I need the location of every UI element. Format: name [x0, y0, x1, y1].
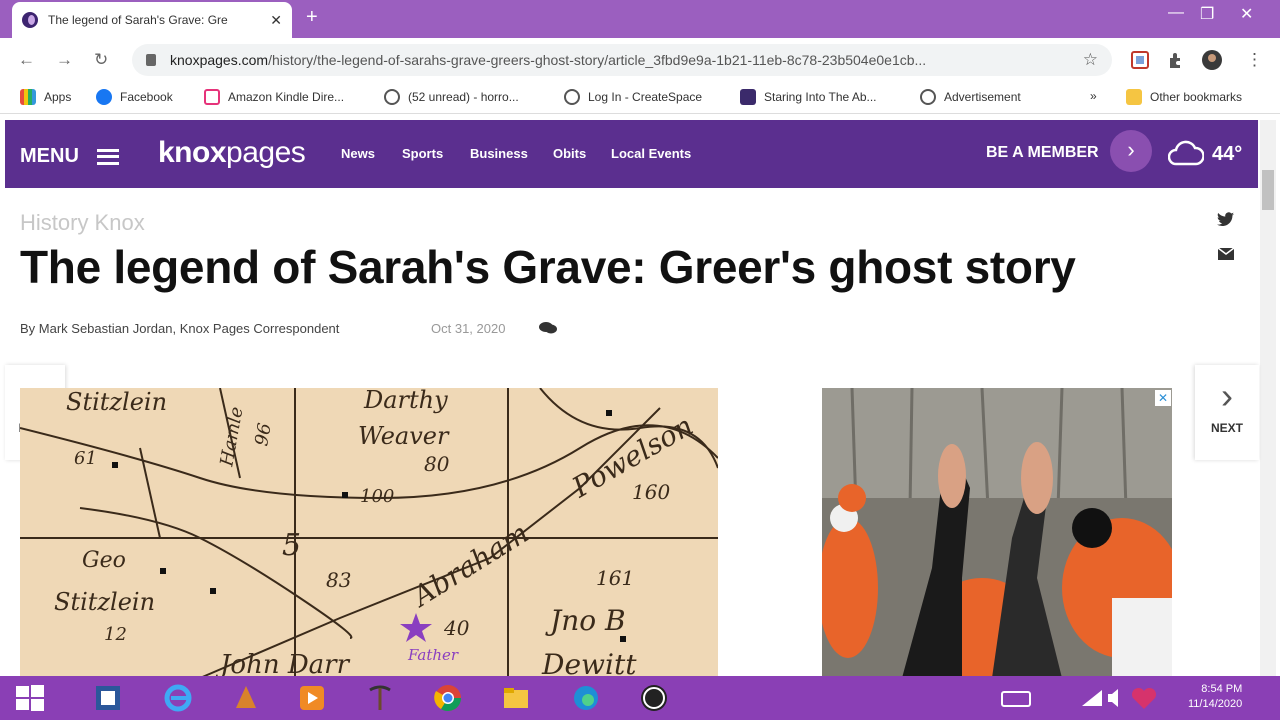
bookmark-staring[interactable]: Staring Into The Ab...	[740, 89, 877, 105]
reload-icon[interactable]: ↻	[94, 50, 108, 70]
tab-title: The legend of Sarah's Grave: Gre	[48, 13, 228, 27]
temperature: 44°	[1212, 143, 1243, 165]
nav-business[interactable]: Business	[470, 146, 528, 161]
keyboard-icon[interactable]	[1000, 682, 1032, 714]
bookmark-horror[interactable]: (52 unread) - horro...	[384, 89, 519, 105]
browser-tab-active[interactable]: The legend of Sarah's Grave: Gre ✕	[12, 2, 292, 38]
map-label: Geo	[82, 548, 126, 573]
map-label: 12	[104, 624, 127, 645]
apps-icon	[20, 89, 36, 105]
facebook-icon	[96, 89, 112, 105]
bookmark-facebook[interactable]: Facebook	[96, 89, 173, 105]
chrome-icon[interactable]	[432, 682, 464, 714]
edge-icon[interactable]	[570, 682, 602, 714]
advertisement-image[interactable]	[822, 388, 1172, 678]
section-label[interactable]: History Knox	[20, 210, 145, 236]
map-label: 5	[282, 528, 302, 563]
globe-icon	[564, 89, 580, 105]
map-label: 161	[596, 566, 635, 590]
map-label: 83	[326, 568, 352, 592]
folder-icon	[1126, 89, 1142, 105]
restore-icon[interactable]: ❐	[1200, 4, 1214, 24]
article-byline: By Mark Sebastian Jordan, Knox Pages Cor…	[20, 321, 340, 336]
map-label: Stitzlein	[54, 588, 156, 616]
more-bookmarks-button[interactable]: »	[1090, 89, 1097, 103]
map-label: 96	[251, 421, 276, 448]
globe-icon	[920, 89, 936, 105]
tab-favicon-icon	[22, 12, 38, 28]
nav-news[interactable]: News	[341, 146, 375, 161]
back-icon[interactable]: ←	[18, 50, 35, 70]
media-player-icon[interactable]	[296, 682, 328, 714]
windows-start-icon[interactable]	[14, 682, 46, 714]
map-label: 40	[444, 616, 470, 640]
bookmark-icon	[740, 89, 756, 105]
other-bookmarks[interactable]: Other bookmarks	[1126, 89, 1242, 105]
clock-time: 8:54 PM	[1201, 683, 1243, 695]
chevron-right-icon: ›	[1221, 375, 1233, 416]
article-map-image: Stitzlein Darthy Weaver 80 Powelson 160 …	[20, 388, 718, 678]
tab-close-icon[interactable]: ✕	[270, 12, 282, 29]
nav-local-events[interactable]: Local Events	[611, 146, 691, 161]
bookmark-advertisement[interactable]: Advertisement	[920, 89, 1021, 105]
nav-obits[interactable]: Obits	[553, 146, 586, 161]
minimize-icon[interactable]: —	[1168, 4, 1184, 22]
bookmark-star-icon[interactable]: ☆	[1083, 50, 1098, 70]
map-label: 160	[632, 480, 671, 504]
site-logo[interactable]: knoxpages	[158, 136, 306, 170]
map-label: Stitzlein	[66, 388, 168, 416]
bookmark-apps[interactable]: Apps	[20, 89, 71, 105]
menu-label: MENU	[20, 145, 79, 167]
kindle-icon	[204, 89, 220, 105]
nav-sports[interactable]: Sports	[402, 146, 443, 161]
map-label: Darthy	[364, 388, 448, 414]
lock-icon	[146, 54, 156, 66]
hamburger-icon	[96, 148, 119, 165]
map-label: 61	[74, 448, 97, 469]
bookmark-createspace[interactable]: Log In - CreateSpace	[564, 89, 702, 105]
article-date: Oct 31, 2020	[431, 321, 506, 336]
heart-icon[interactable]	[1128, 682, 1160, 714]
menu-button[interactable]: MENU	[20, 145, 119, 168]
ad-close-icon[interactable]: ✕	[1155, 390, 1171, 406]
cloud-icon	[1168, 140, 1204, 166]
map-label: 80	[424, 452, 450, 476]
forward-icon[interactable]: →	[56, 50, 73, 70]
app-icon[interactable]	[92, 682, 124, 714]
puzzle-icon[interactable]	[1166, 50, 1186, 70]
url-bar[interactable]: knoxpages.com/history/the-legend-of-sara…	[132, 44, 1112, 76]
window-close-icon[interactable]: ✕	[1240, 4, 1253, 24]
email-icon[interactable]	[1217, 247, 1235, 261]
map-label: John Darr	[220, 650, 350, 678]
pickaxe-icon[interactable]	[364, 682, 396, 714]
app-icon[interactable]	[230, 682, 262, 714]
comments-icon[interactable]	[538, 320, 558, 336]
scrollbar-thumb[interactable]	[1262, 170, 1274, 210]
internet-explorer-icon[interactable]	[162, 682, 194, 714]
taskbar-clock[interactable]: 8:54 PM 11/14/2020	[1188, 682, 1242, 712]
profile-avatar[interactable]	[1202, 50, 1222, 70]
next-label: NEXT	[1210, 421, 1243, 435]
file-explorer-icon[interactable]	[500, 682, 532, 714]
kebab-menu-icon[interactable]: ⋮	[1246, 50, 1263, 70]
map-label: Weaver	[358, 422, 449, 450]
twitter-icon[interactable]	[1217, 211, 1235, 227]
map-label: Jno B	[550, 604, 626, 637]
map-label: Dewitt	[542, 648, 637, 678]
extension-icon[interactable]	[1130, 50, 1150, 70]
url-text[interactable]: knoxpages.com/history/the-legend-of-sara…	[170, 52, 1075, 68]
article-headline: The legend of Sarah's Grave: Greer's gho…	[20, 241, 1076, 293]
bookmark-kindle[interactable]: Amazon Kindle Dire...	[204, 89, 344, 105]
globe-icon	[384, 89, 400, 105]
next-article-button[interactable]: › NEXT	[1195, 365, 1259, 460]
map-label: 100	[360, 486, 395, 507]
map-label-father: Father	[408, 646, 459, 664]
chevron-right-icon[interactable]: ›	[1110, 130, 1152, 172]
new-tab-button[interactable]: +	[306, 6, 318, 29]
clock-date: 11/14/2020	[1188, 698, 1243, 710]
obs-icon[interactable]	[638, 682, 670, 714]
be-a-member-link[interactable]: BE A MEMBER	[986, 144, 1099, 162]
